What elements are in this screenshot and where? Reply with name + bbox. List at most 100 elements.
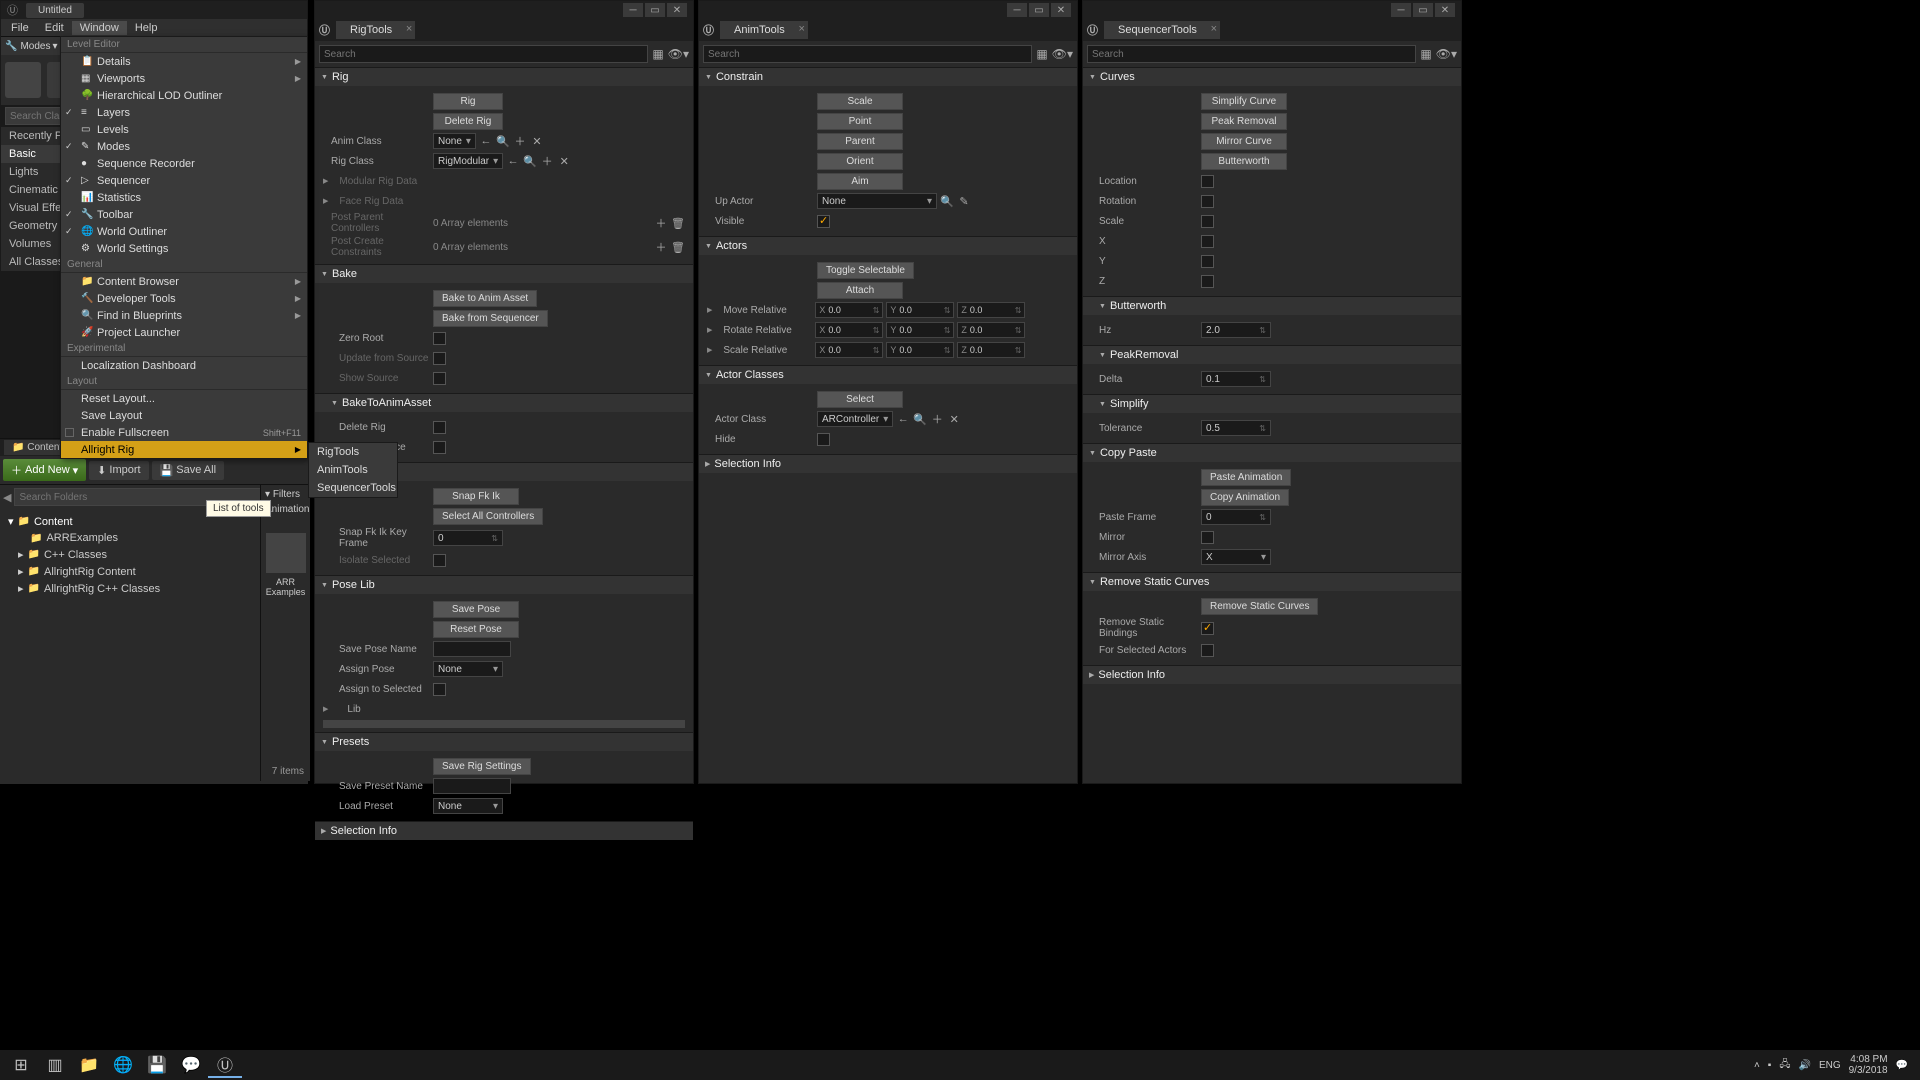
dd-contentbrowser[interactable]: 📁Content Browser▶ bbox=[61, 273, 307, 290]
eye-icon[interactable]: 👁▾ bbox=[1052, 47, 1073, 61]
dd-devtools[interactable]: 🔨Developer Tools▶ bbox=[61, 290, 307, 307]
sec-selinfo-st[interactable]: Selection Info bbox=[1083, 666, 1461, 684]
actor-class-select[interactable]: ARController bbox=[817, 411, 893, 427]
sec-curves[interactable]: Curves bbox=[1083, 68, 1461, 86]
sec-actors[interactable]: Actors bbox=[699, 237, 1077, 255]
tol-input[interactable]: 0.5 bbox=[1201, 420, 1271, 436]
expand-icon[interactable]: ▶ bbox=[707, 326, 712, 334]
rig-class-select[interactable]: RigModular bbox=[433, 153, 503, 169]
language-indicator[interactable]: ENG bbox=[1819, 1060, 1841, 1071]
expand-icon[interactable]: ▸ bbox=[18, 565, 24, 578]
maximize-button[interactable]: ▭ bbox=[1413, 3, 1433, 17]
parent-button[interactable]: Parent bbox=[817, 133, 903, 150]
isolate-checkbox[interactable] bbox=[433, 554, 446, 567]
scale-button[interactable]: Scale bbox=[817, 93, 903, 110]
save-preset-name-input[interactable] bbox=[433, 778, 511, 794]
search-input[interactable] bbox=[703, 45, 1032, 63]
z-input[interactable]: Z0.0 bbox=[957, 322, 1025, 338]
point-button[interactable]: Point bbox=[817, 113, 903, 130]
save-pose-button[interactable]: Save Pose bbox=[433, 601, 519, 618]
maximize-button[interactable]: ▭ bbox=[1029, 3, 1049, 17]
minimize-button[interactable]: ─ bbox=[1391, 3, 1411, 17]
submenu-seqtools[interactable]: SequencerTools bbox=[309, 479, 397, 497]
dd-seqrec[interactable]: ●Sequence Recorder bbox=[61, 155, 307, 172]
mirror-checkbox[interactable] bbox=[1201, 531, 1214, 544]
start-button[interactable]: ⊞ bbox=[4, 1052, 38, 1078]
close-button[interactable]: ✕ bbox=[1435, 3, 1455, 17]
dd-l10n[interactable]: Localization Dashboard bbox=[61, 357, 307, 374]
sec-selinfo-rt[interactable]: Selection Info bbox=[315, 822, 693, 840]
tray-chevron-icon[interactable]: ˄ bbox=[1754, 1060, 1760, 1071]
select-button[interactable]: Select bbox=[817, 391, 903, 408]
add-icon[interactable]: ＋ bbox=[654, 239, 668, 255]
unreal-icon[interactable]: Ⓤ bbox=[208, 1052, 242, 1078]
add-new-button[interactable]: ＋Add New▾ bbox=[3, 459, 86, 481]
dd-stats[interactable]: 📊Statistics bbox=[61, 189, 307, 206]
paste-anim-button[interactable]: Paste Animation bbox=[1201, 469, 1291, 486]
aim-button[interactable]: Aim bbox=[817, 173, 903, 190]
loc-checkbox[interactable] bbox=[1201, 175, 1214, 188]
expand-icon[interactable]: ▶ bbox=[323, 177, 328, 185]
browse-icon[interactable]: 🔍 bbox=[940, 195, 954, 208]
sec-butterworth[interactable]: Butterworth bbox=[1083, 297, 1461, 315]
menu-window[interactable]: Window bbox=[72, 21, 127, 35]
z-input[interactable]: Z0.0 bbox=[957, 302, 1025, 318]
rig-button[interactable]: Rig bbox=[433, 93, 503, 110]
breadcrumb-animation[interactable]: Animation bbox=[265, 504, 306, 515]
hz-input[interactable]: 2.0 bbox=[1201, 322, 1271, 338]
sec-copypaste[interactable]: Copy Paste bbox=[1083, 444, 1461, 462]
clear-icon[interactable]: ✕ bbox=[530, 135, 544, 148]
dd-levels[interactable]: ▭Levels bbox=[61, 121, 307, 138]
chrome-icon[interactable]: 🌐 bbox=[106, 1052, 140, 1078]
dd-modes[interactable]: ✓✎Modes bbox=[61, 138, 307, 155]
submenu-animtools[interactable]: AnimTools bbox=[309, 461, 397, 479]
x-input[interactable]: X0.0 bbox=[815, 302, 883, 318]
filters-btn[interactable]: ▾ Filters bbox=[265, 489, 306, 500]
close-button[interactable]: ✕ bbox=[667, 3, 687, 17]
select-all-button[interactable]: Select All Controllers bbox=[433, 508, 543, 525]
load-preset-select[interactable]: None bbox=[433, 798, 503, 814]
modes-dropdown-icon[interactable]: ▾ bbox=[52, 41, 57, 52]
clock[interactable]: 4:08 PM9/3/2018 bbox=[1849, 1054, 1888, 1076]
sec-peak[interactable]: PeakRemoval bbox=[1083, 346, 1461, 364]
expand-icon[interactable]: ▶ bbox=[707, 346, 712, 354]
update-src2-checkbox[interactable] bbox=[433, 441, 446, 454]
volume-icon[interactable]: 🔊 bbox=[1798, 1060, 1810, 1071]
delete-rig-button[interactable]: Delete Rig bbox=[433, 113, 503, 130]
back-icon[interactable]: ← bbox=[506, 155, 520, 167]
pick-icon[interactable]: ✎ bbox=[957, 195, 971, 208]
tray-status-icon[interactable]: ▪ bbox=[1768, 1060, 1772, 1071]
bake-anim-button[interactable]: Bake to Anim Asset bbox=[433, 290, 537, 307]
assign-pose-select[interactable]: None bbox=[433, 661, 503, 677]
expand-icon[interactable]: ▸ bbox=[18, 582, 24, 595]
notifications-icon[interactable]: 💬 bbox=[1896, 1060, 1908, 1071]
sec-bake[interactable]: Bake bbox=[315, 265, 693, 283]
tree-folder[interactable]: ▸📁C++ Classes bbox=[4, 546, 304, 563]
y-input[interactable]: Y0.0 bbox=[886, 322, 954, 338]
sec-simplify[interactable]: Simplify bbox=[1083, 395, 1461, 413]
trash-icon[interactable]: 🗑 bbox=[671, 217, 685, 230]
add-icon[interactable]: ＋ bbox=[513, 133, 527, 149]
expand-icon[interactable]: ▸ bbox=[18, 548, 24, 561]
expand-icon[interactable]: ▶ bbox=[323, 197, 328, 205]
bake-seq-button[interactable]: Bake from Sequencer bbox=[433, 310, 548, 327]
add-icon[interactable]: ＋ bbox=[930, 411, 944, 427]
dd-worldsettings[interactable]: ⚙World Settings bbox=[61, 240, 307, 257]
dd-resetlayout[interactable]: Reset Layout... bbox=[61, 390, 307, 407]
dd-toolbar[interactable]: ✓🔧Toolbar bbox=[61, 206, 307, 223]
dd-details[interactable]: 📋Details▶ bbox=[61, 53, 307, 70]
maximize-button[interactable]: ▭ bbox=[645, 3, 665, 17]
toggle-selectable-button[interactable]: Toggle Selectable bbox=[817, 262, 914, 279]
clear-icon[interactable]: ✕ bbox=[557, 155, 571, 168]
expand-icon[interactable]: ▶ bbox=[323, 705, 328, 713]
peak-removal-button[interactable]: Peak Removal bbox=[1201, 113, 1287, 130]
tree-folder[interactable]: ▸📁AllrightRig C++ Classes bbox=[4, 580, 304, 597]
paste-frame-input[interactable]: 0 bbox=[1201, 509, 1271, 525]
save-app-icon[interactable]: 💾 bbox=[140, 1052, 174, 1078]
minimize-button[interactable]: ─ bbox=[623, 3, 643, 17]
eye-icon[interactable]: 👁▾ bbox=[668, 47, 689, 61]
back-icon[interactable]: ◀ bbox=[3, 491, 11, 504]
sec-selinfo-at[interactable]: Selection Info bbox=[699, 455, 1077, 473]
snap-key-input[interactable]: 0 bbox=[433, 530, 503, 546]
dd-fullscreen[interactable]: Enable FullscreenShift+F11 bbox=[61, 424, 307, 441]
